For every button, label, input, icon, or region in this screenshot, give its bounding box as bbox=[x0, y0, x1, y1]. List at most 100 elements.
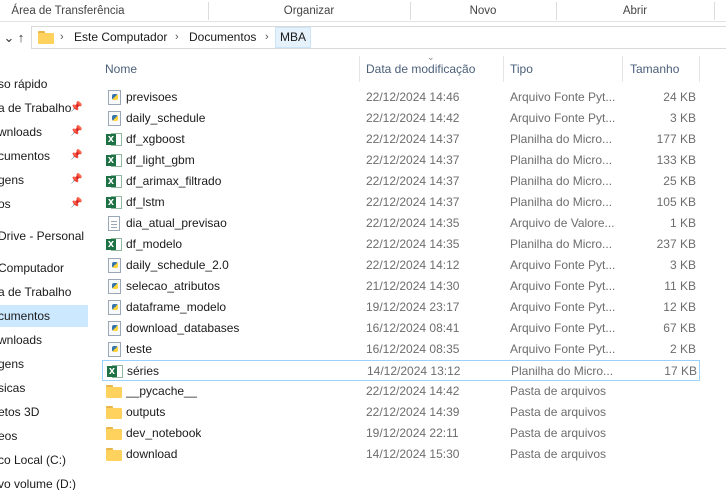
file-type: Arquivo Fonte Pyt... bbox=[510, 300, 616, 314]
file-type: Pasta de arquivos bbox=[510, 405, 607, 419]
file-date-modified: 22/12/2024 14:39 bbox=[366, 405, 460, 419]
column-separator[interactable] bbox=[699, 56, 700, 82]
column-separator[interactable] bbox=[622, 56, 623, 82]
nav-item[interactable]: Computador bbox=[0, 257, 88, 279]
file-size: 2 KB bbox=[669, 342, 696, 356]
folder-icon bbox=[106, 406, 122, 419]
nav-item[interactable]: etos 3D bbox=[0, 401, 88, 423]
file-size: 11 KB bbox=[664, 279, 696, 293]
up-arrow-icon[interactable]: ↑ bbox=[12, 28, 30, 48]
file-row[interactable]: __pycache__ 22/12/2024 14:42 Pasta de arqu… bbox=[102, 381, 700, 402]
file-type: Arquivo Fonte Pyt... bbox=[510, 90, 616, 104]
file-size bbox=[622, 423, 696, 444]
file-size bbox=[622, 381, 696, 402]
column-separator[interactable] bbox=[359, 56, 360, 82]
nav-item[interactable]: a de Trabalho bbox=[0, 281, 88, 303]
nav-item[interactable]: cumentos 📌 bbox=[0, 145, 88, 167]
python-file-icon bbox=[108, 111, 121, 126]
address-bar[interactable]: › Este Computador › Documentos › MBA bbox=[31, 26, 726, 49]
nav-item[interactable]: wnloads 📌 bbox=[0, 121, 88, 143]
file-row[interactable]: Xdf_lstm 22/12/2024 14:37 Planilha do Micr… bbox=[102, 192, 700, 213]
file-row[interactable]: teste 16/12/2024 08:35 Arquivo Fonte Pyt..… bbox=[102, 339, 700, 360]
column-separator[interactable] bbox=[503, 56, 504, 82]
file-size: 3 KB bbox=[669, 111, 696, 125]
nav-item-label: vo volume (D:) bbox=[0, 477, 77, 490]
python-file-icon bbox=[108, 300, 121, 315]
file-row[interactable]: outputs 22/12/2024 14:39 Pasta de arquivos bbox=[102, 402, 700, 423]
nav-item-label: sicas bbox=[0, 381, 26, 395]
file-row[interactable]: daily_schedule 22/12/2024 14:42 Arquivo Fo… bbox=[102, 108, 700, 129]
nav-item[interactable]: gens bbox=[0, 353, 88, 375]
file-row[interactable]: Xséries 14/12/2024 13:12 Planilha do Micro… bbox=[102, 360, 700, 381]
file-row[interactable]: previsoes 22/12/2024 14:46 Arquivo Fonte P… bbox=[102, 87, 700, 108]
nav-item[interactable]: cumentos bbox=[0, 305, 88, 327]
file-type: Arquivo Fonte Pyt... bbox=[510, 321, 616, 335]
column-header-size[interactable]: Tamanho bbox=[630, 56, 679, 82]
column-header-name[interactable]: Nome bbox=[105, 56, 137, 82]
breadcrumb-chevron-icon[interactable]: › bbox=[60, 27, 64, 48]
file-date-modified: 22/12/2024 14:35 bbox=[366, 216, 460, 230]
file-name: outputs bbox=[126, 405, 166, 419]
ribbon-group-labels: Área de Transferência Organizar Novo Abr… bbox=[0, 0, 726, 22]
file-row[interactable]: dataframe_modelo 19/12/2024 23:17 Arquivo … bbox=[102, 297, 700, 318]
nav-item-label: wnloads bbox=[0, 125, 43, 139]
excel-file-icon: X bbox=[106, 237, 122, 252]
nav-item-label: so rápido bbox=[0, 77, 48, 91]
breadcrumb-this-pc[interactable]: Este Computador bbox=[74, 27, 167, 48]
file-row[interactable]: Xdf_arimax_filtrado 22/12/2024 14:37 Plani… bbox=[102, 171, 700, 192]
breadcrumb-chevron-icon[interactable]: › bbox=[175, 27, 179, 48]
nav-item[interactable]: wnloads bbox=[0, 329, 88, 351]
breadcrumb-mba[interactable]: MBA bbox=[275, 27, 312, 48]
excel-file-icon: X bbox=[106, 174, 122, 189]
nav-item[interactable]: co Local (C:) bbox=[0, 449, 88, 471]
file-row[interactable]: Xdf_modelo 22/12/2024 14:35 Planilha do Mi… bbox=[102, 234, 700, 255]
file-type: Pasta de arquivos bbox=[510, 426, 607, 440]
file-name: df_lstm bbox=[126, 195, 165, 209]
nav-item-label: a de Trabalho bbox=[0, 285, 72, 299]
file-name: dev_notebook bbox=[126, 426, 202, 440]
file-size: 25 KB bbox=[663, 174, 696, 188]
column-header-type[interactable]: Tipo bbox=[510, 56, 533, 82]
pin-icon[interactable]: 📌 bbox=[70, 193, 82, 215]
file-name: download_databases bbox=[126, 321, 240, 335]
nav-item[interactable]: vo volume (D:) bbox=[0, 473, 88, 490]
nav-item[interactable]: os 📌 bbox=[0, 193, 88, 215]
navigation-pane: so rápido a de Trabalho 📌 wnloads 📌 cumentos 📌… bbox=[0, 50, 88, 490]
file-row[interactable]: dev_notebook 19/12/2024 22:11 Pasta de arq… bbox=[102, 423, 700, 444]
file-row[interactable]: Xdf_light_gbm 22/12/2024 14:37 Planilha do… bbox=[102, 150, 700, 171]
pin-icon[interactable]: 📌 bbox=[70, 121, 82, 143]
nav-item[interactable]: eos bbox=[0, 425, 88, 447]
file-row[interactable]: download_databases 16/12/2024 08:41 Arquiv… bbox=[102, 318, 700, 339]
file-size: 3 KB bbox=[669, 258, 696, 272]
nav-item[interactable]: gens 📌 bbox=[0, 169, 88, 191]
file-row[interactable]: Xdf_xgboost 22/12/2024 14:37 Planilha do M… bbox=[102, 129, 700, 150]
nav-item[interactable]: so rápido bbox=[0, 73, 88, 95]
folder-icon bbox=[38, 31, 54, 44]
file-date-modified: 14/12/2024 13:12 bbox=[367, 364, 461, 378]
file-size bbox=[622, 402, 696, 423]
column-header-date-modified[interactable]: Data de modificação bbox=[366, 56, 475, 82]
file-type: Arquivo Fonte Pyt... bbox=[510, 258, 616, 272]
breadcrumb-chevron-icon[interactable]: › bbox=[265, 27, 269, 48]
file-name: df_xgboost bbox=[126, 132, 185, 146]
file-row[interactable]: selecao_atributos 21/12/2024 14:30 Arquivo… bbox=[102, 276, 700, 297]
file-date-modified: 22/12/2024 14:37 bbox=[366, 132, 460, 146]
file-row[interactable]: download 14/12/2024 15:30 Pasta de arquivo… bbox=[102, 444, 700, 465]
nav-item[interactable]: a de Trabalho 📌 bbox=[0, 97, 88, 119]
breadcrumb-documents[interactable]: Documentos bbox=[189, 27, 256, 48]
file-size: 177 KB bbox=[656, 132, 696, 146]
nav-item-label: gens bbox=[0, 357, 25, 371]
nav-item[interactable]: Drive - Personal bbox=[0, 225, 88, 247]
folder-icon bbox=[106, 427, 122, 440]
file-row[interactable]: daily_schedule_2.0 22/12/2024 14:12 Arquiv… bbox=[102, 255, 700, 276]
nav-item[interactable]: sicas bbox=[0, 377, 88, 399]
pin-icon[interactable]: 📌 bbox=[70, 145, 82, 167]
file-size: 133 KB bbox=[656, 153, 696, 167]
pin-icon[interactable]: 📌 bbox=[70, 97, 82, 119]
pin-icon[interactable]: 📌 bbox=[70, 169, 82, 191]
nav-item-label: co Local (C:) bbox=[0, 453, 67, 467]
file-row[interactable]: dia_atual_previsao 22/12/2024 14:35 Arquiv… bbox=[102, 213, 700, 234]
folder-icon bbox=[106, 385, 122, 398]
nav-item-label: Computador bbox=[0, 261, 65, 275]
file-date-modified: 19/12/2024 22:11 bbox=[366, 426, 459, 440]
